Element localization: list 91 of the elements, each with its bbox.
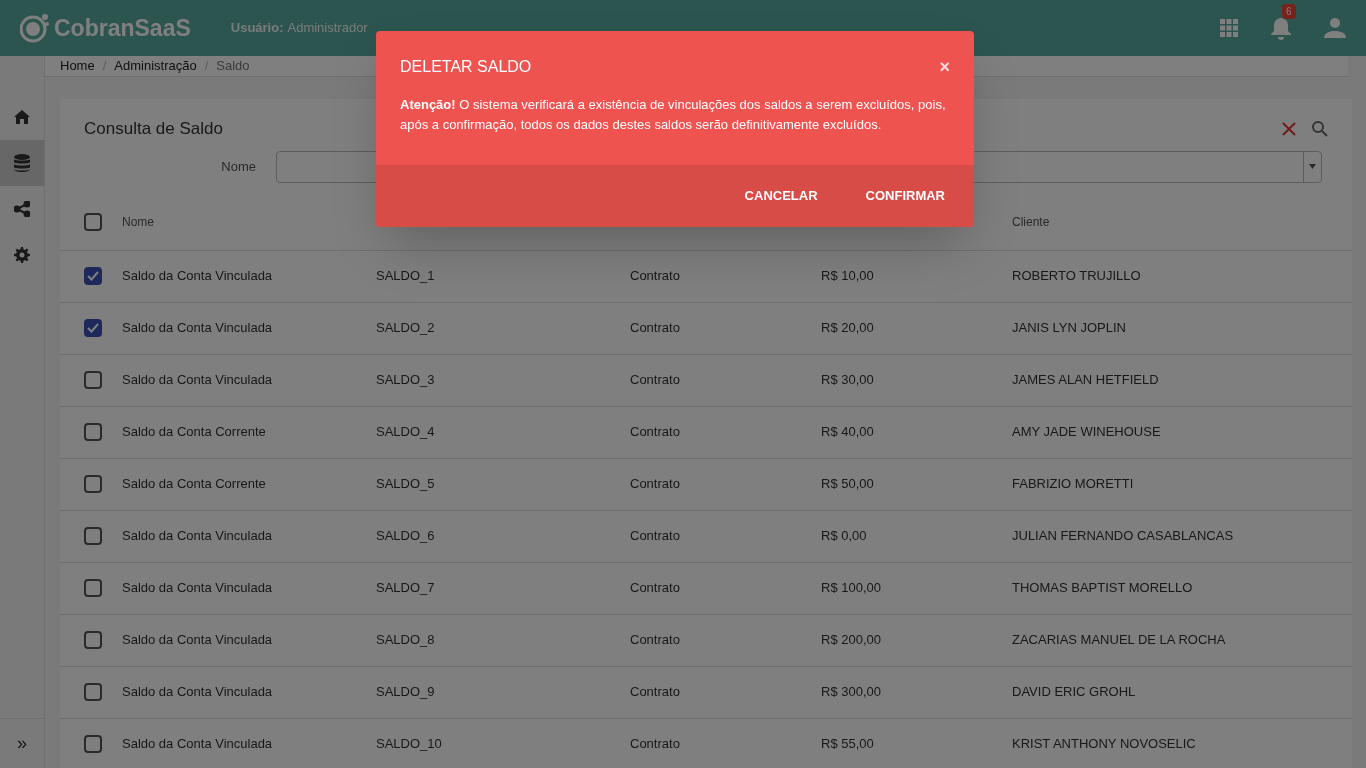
checkbox[interactable]: [84, 371, 102, 389]
table-cell: JAMES ALAN HETFIELD: [1012, 372, 1159, 388]
table-cell: Saldo da Conta Vinculada: [122, 268, 273, 284]
sidebar-item[interactable]: [0, 140, 44, 186]
filter-label: Nome: [220, 157, 257, 176]
table-cell: SALDO_2: [376, 320, 435, 336]
field-value: Administrador: [287, 19, 368, 38]
table-cell: SALDO_8: [376, 632, 435, 648]
table-cell: JANIS LYN JOPLIN: [1012, 320, 1126, 336]
table-cell: R$ 0,00: [821, 528, 867, 544]
breadcrumb-separator: /: [102, 57, 107, 75]
table-cell: R$ 40,00: [821, 424, 874, 440]
table-cell: SALDO_9: [376, 684, 435, 700]
dialog-title: DELETAR SALDO: [400, 57, 532, 77]
field-label: Usuário:: [230, 19, 284, 38]
table-cell: AMY JADE WINEHOUSE: [1012, 424, 1161, 440]
table-cell: Contrato: [630, 476, 680, 492]
coin-logo-icon: [20, 13, 50, 43]
clear-filter-icon[interactable]: [1282, 121, 1296, 136]
table-cell: Contrato: [630, 424, 680, 440]
checkbox[interactable]: [84, 683, 102, 701]
table-cell: Saldo da Conta Vinculada: [122, 632, 273, 648]
table-cell: JULIAN FERNANDO CASABLANCAS: [1012, 528, 1234, 544]
checkbox[interactable]: [84, 319, 102, 337]
table-cell: R$ 200,00: [821, 632, 881, 648]
table-cell: DAVID ERIC GROHL: [1012, 684, 1136, 700]
table-cell: KRIST ANTHONY NOVOSELIC: [1012, 736, 1196, 752]
checkbox[interactable]: [84, 527, 102, 545]
bell-icon[interactable]: [1270, 16, 1292, 40]
user-icon[interactable]: [1324, 18, 1346, 38]
table-cell: R$ 10,00: [821, 268, 874, 284]
table-cell: SALDO_7: [376, 580, 435, 596]
table-cell: Saldo da Conta Vinculada: [122, 372, 273, 388]
table-cell: R$ 55,00: [821, 736, 874, 752]
breadcrumb-link[interactable]: Home: [60, 56, 95, 76]
table-cell: Saldo da Conta Corrente: [122, 424, 266, 440]
table-cell: Saldo da Conta Vinculada: [122, 736, 273, 752]
dialog-button[interactable]: CANCELAR: [728, 178, 834, 214]
database-icon: [14, 154, 30, 172]
expand-sidebar-button[interactable]: »: [0, 718, 44, 768]
table-cell: R$ 20,00: [821, 320, 874, 336]
search-icon[interactable]: [1312, 120, 1328, 137]
table-cell: Saldo da Conta Vinculada: [122, 580, 273, 596]
table-cell: ROBERTO TRUJILLO: [1012, 268, 1141, 284]
checkbox[interactable]: [84, 579, 102, 597]
checkbox[interactable]: [84, 213, 102, 231]
checkbox[interactable]: [84, 735, 102, 753]
notification-badge: 6: [1282, 4, 1296, 19]
table-cell: R$ 300,00: [821, 684, 881, 700]
column-header: Nome: [122, 215, 154, 229]
table-cell: SALDO_10: [376, 736, 442, 752]
table-cell: ZACARIAS MANUEL DE LA ROCHA: [1012, 632, 1226, 648]
table-cell: SALDO_4: [376, 424, 435, 440]
table-cell: R$ 50,00: [821, 476, 874, 492]
table-cell: SALDO_1: [376, 268, 435, 284]
table-cell: Contrato: [630, 372, 680, 388]
table-cell: Contrato: [630, 268, 680, 284]
table-cell: FABRIZIO MORETTI: [1012, 476, 1134, 492]
dropdown-caret-icon: [1309, 164, 1316, 169]
table-cell: R$ 100,00: [821, 580, 881, 596]
close-button[interactable]: ×: [939, 58, 950, 76]
column-header: Cliente: [1012, 215, 1050, 229]
checkbox[interactable]: [84, 631, 102, 649]
brand-name: CobranSaaS: [54, 13, 191, 43]
card-title: Consulta de Saldo: [84, 117, 223, 140]
dialog-message: Atenção! O sistema verificará a existência de vinculações dos saldos a serem excluídos, pois, após a confirmação, todos os dados destes saldos serão definitivamente excluídos.: [399, 96, 947, 134]
table-cell: Saldo da Conta Corrente: [122, 476, 266, 492]
table-cell: Contrato: [630, 736, 680, 752]
breadcrumb-separator: /: [204, 57, 209, 75]
table-cell: Contrato: [630, 684, 680, 700]
home-icon: [14, 110, 30, 124]
table-cell: Contrato: [630, 528, 680, 544]
apps-grid-icon[interactable]: [1220, 19, 1238, 37]
table-cell: Contrato: [630, 632, 680, 648]
checkbox[interactable]: [84, 475, 102, 493]
table-cell: Saldo da Conta Vinculada: [122, 684, 273, 700]
table-cell: SALDO_5: [376, 476, 435, 492]
checkbox[interactable]: [84, 423, 102, 441]
table-cell: Saldo da Conta Vinculada: [122, 528, 273, 544]
table-cell: Contrato: [630, 580, 680, 596]
table-cell: THOMAS BAPTIST MORELLO: [1012, 580, 1193, 596]
settings-icon: [14, 247, 30, 263]
dialog-button[interactable]: CONFIRMAR: [849, 178, 961, 214]
share-icon: [14, 201, 30, 217]
table-cell: R$ 30,00: [821, 372, 874, 388]
breadcrumb-link[interactable]: Administração: [114, 56, 197, 76]
table-cell: Saldo da Conta Vinculada: [122, 320, 273, 336]
table-cell: SALDO_3: [376, 372, 435, 388]
table-cell: Contrato: [630, 320, 680, 336]
checkbox[interactable]: [84, 267, 102, 285]
table-cell: SALDO_6: [376, 528, 435, 544]
